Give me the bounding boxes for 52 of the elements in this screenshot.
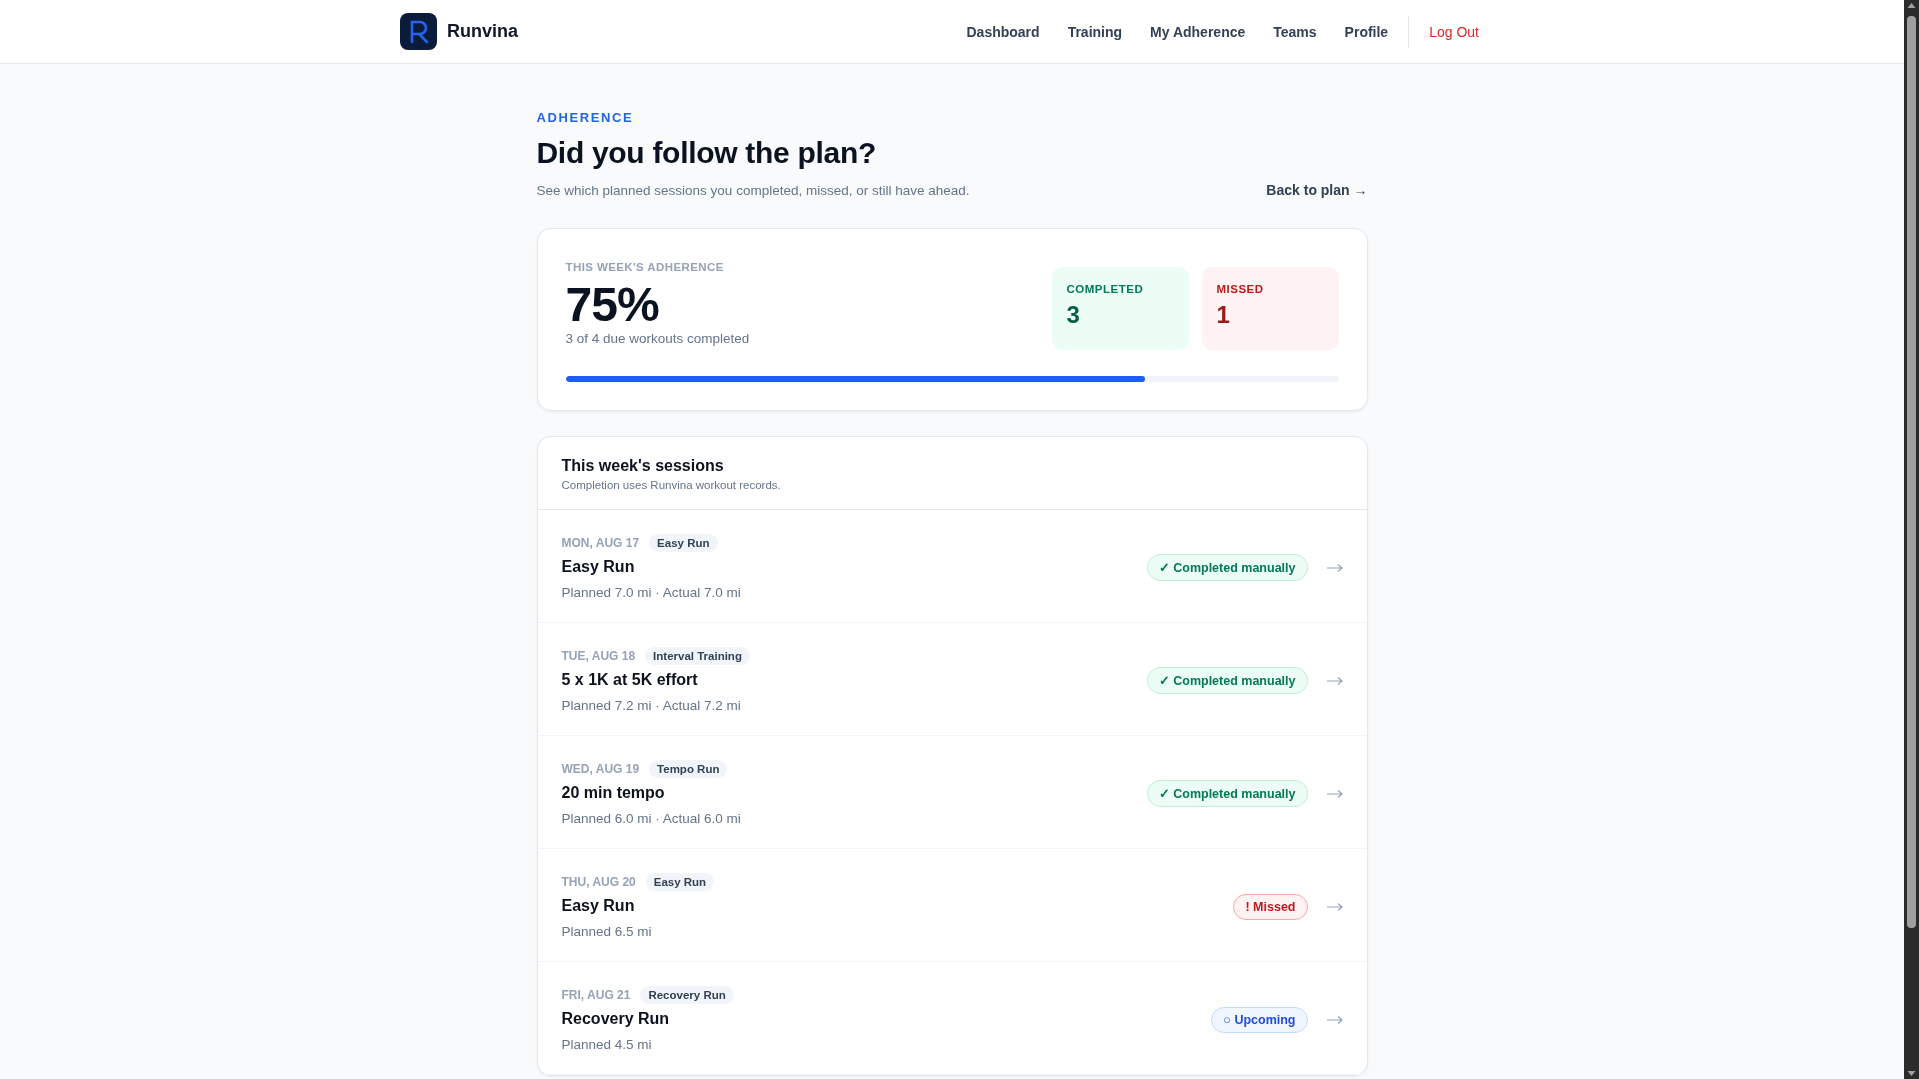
nav-link[interactable]: My Adherence bbox=[1136, 23, 1260, 40]
session-date: MON, AUG 17 bbox=[561, 536, 640, 550]
adherence-caption: 3 of 4 due workouts completed bbox=[565, 331, 750, 346]
session-date: TUE, AUG 18 bbox=[561, 649, 636, 663]
session-detail: Planned 6.0 mi · Actual 6.0 mi bbox=[561, 811, 741, 826]
nav-link[interactable]: Profile bbox=[1330, 23, 1403, 40]
status-badge: ✓ Completed manually bbox=[1146, 780, 1308, 807]
nav-link[interactable]: Teams bbox=[1259, 23, 1331, 40]
brand-name: Runvina bbox=[447, 21, 518, 42]
workout-type-tag: Easy Run bbox=[645, 873, 715, 891]
logout-link[interactable]: Log Out bbox=[1408, 15, 1479, 48]
arrow-right-icon[interactable] bbox=[1326, 788, 1343, 799]
session-date: THU, AUG 20 bbox=[561, 875, 636, 889]
status-badge: ○ Upcoming bbox=[1211, 1006, 1308, 1033]
arrow-right-icon[interactable] bbox=[1326, 901, 1343, 912]
stat-value: 1 bbox=[1216, 301, 1230, 329]
workout-type-tag: Tempo Run bbox=[649, 760, 728, 778]
card-title: This week's sessions bbox=[561, 457, 724, 474]
session-name: 5 x 1K at 5K effort bbox=[561, 671, 698, 689]
session-date: WED, AUG 19 bbox=[561, 762, 640, 776]
logo-icon bbox=[400, 13, 437, 50]
status-badge: ✓ Completed manually bbox=[1146, 554, 1308, 581]
scrollbar[interactable] bbox=[1904, 0, 1919, 1079]
page-subtitle: See which planned sessions you completed, missed, or still have ahead. bbox=[536, 182, 970, 198]
stat-label: COMPLETED bbox=[1066, 283, 1144, 295]
session-detail: Planned 6.5 mi bbox=[561, 924, 652, 939]
card-label: THIS WEEK'S ADHERENCE bbox=[565, 261, 724, 273]
session-name: 20 min tempo bbox=[561, 784, 665, 802]
workout-type-tag: Easy Run bbox=[649, 534, 718, 552]
session-name: Easy Run bbox=[561, 558, 635, 576]
session-detail: Planned 7.2 mi · Actual 7.2 mi bbox=[561, 698, 741, 713]
stat-value: 3 bbox=[1066, 301, 1080, 329]
back-link[interactable]: Back to plan → bbox=[1266, 182, 1368, 198]
page-title: Did you follow the plan? bbox=[536, 136, 876, 170]
session-detail: Planned 7.0 mi · Actual 7.0 mi bbox=[561, 585, 741, 600]
nav-link[interactable]: Training bbox=[1053, 23, 1137, 40]
card-note: Completion uses Runvina workout records. bbox=[561, 479, 781, 491]
session-date: FRI, AUG 21 bbox=[561, 988, 631, 1002]
arrow-right-icon[interactable] bbox=[1326, 675, 1343, 686]
workout-type-tag: Recovery Run bbox=[640, 986, 734, 1004]
session-name: Recovery Run bbox=[561, 1010, 670, 1028]
nav-link[interactable]: Dashboard bbox=[952, 23, 1054, 40]
arrow-right-icon[interactable] bbox=[1326, 562, 1343, 573]
status-badge: ! Missed bbox=[1233, 893, 1308, 920]
status-badge: ✓ Completed manually bbox=[1146, 667, 1308, 694]
stat-label: MISSED bbox=[1216, 283, 1264, 295]
arrow-right-icon[interactable] bbox=[1326, 1014, 1343, 1025]
session-name: Easy Run bbox=[561, 897, 635, 915]
workout-type-tag: Interval Training bbox=[645, 647, 750, 665]
section-eyebrow: ADHERENCE bbox=[536, 110, 634, 125]
adherence-percent: 75% bbox=[565, 281, 659, 329]
session-detail: Planned 4.5 mi bbox=[561, 1037, 652, 1052]
